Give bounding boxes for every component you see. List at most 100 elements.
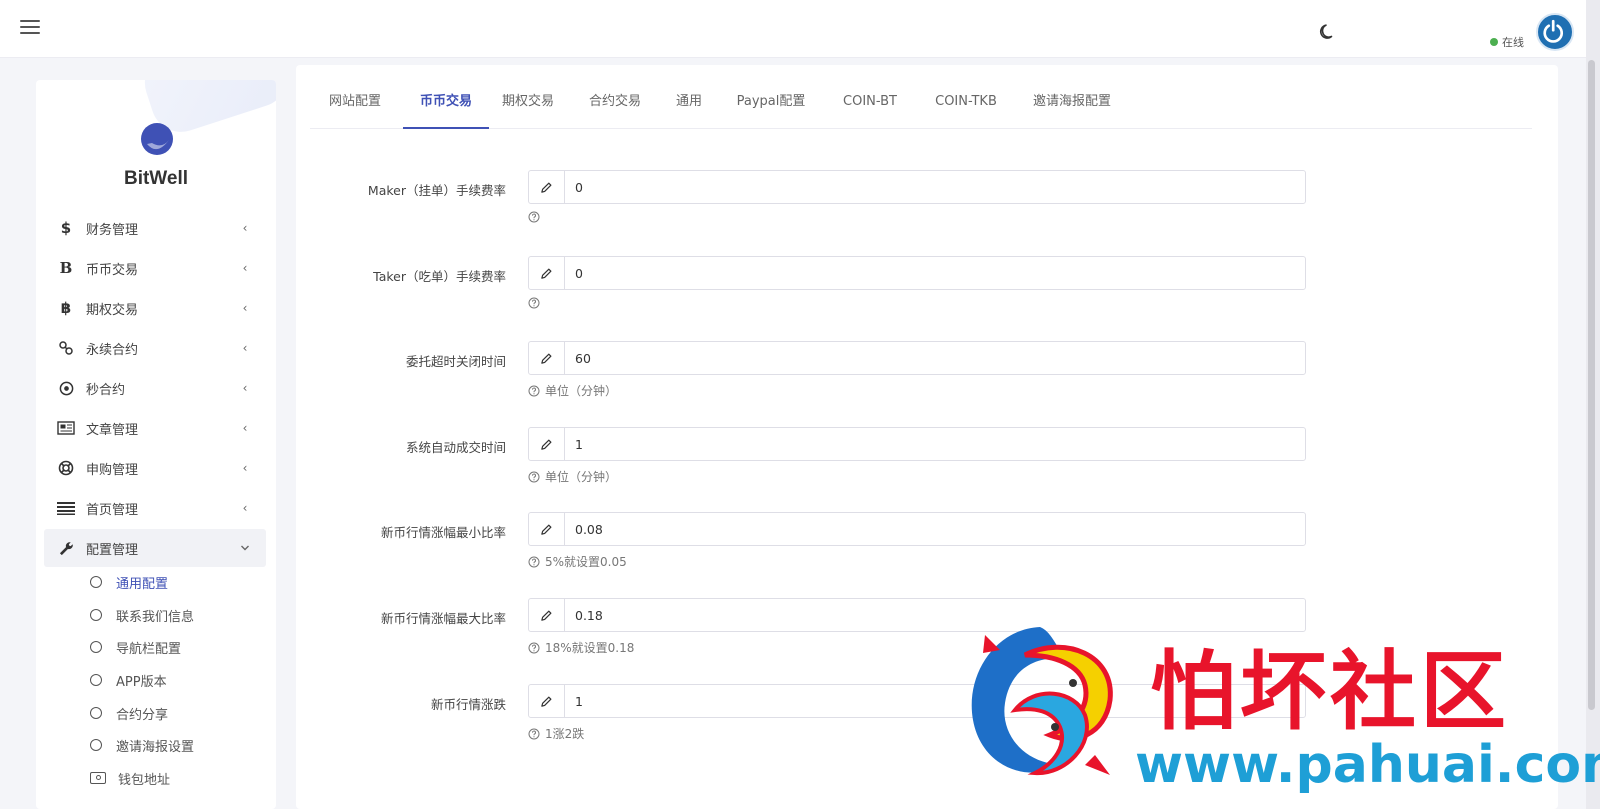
submenu-item-contact-info[interactable]: 联系我们信息 bbox=[90, 601, 270, 629]
tab-contract-trading[interactable]: 合约交易 bbox=[589, 79, 641, 129]
field-help: 1涨2跌 bbox=[528, 725, 584, 742]
pencil-icon bbox=[529, 513, 565, 545]
brand-name: BitWell bbox=[123, 168, 189, 189]
main-panel: 网站配置 币币交易 期权交易 合约交易 通用 Paypal配置 COIN-BT … bbox=[296, 65, 1558, 809]
field-help bbox=[528, 211, 545, 223]
pencil-icon bbox=[529, 257, 565, 289]
sidebar-item-subscription[interactable]: 申购管理 ‹ bbox=[44, 449, 266, 487]
chevron-left-icon: ‹ bbox=[242, 501, 248, 515]
sidebar-item-label: 配置管理 bbox=[86, 542, 139, 558]
help-circle-icon bbox=[528, 211, 540, 223]
submenu-item-label: 导航栏配置 bbox=[116, 641, 182, 657]
help-circle-icon bbox=[528, 642, 540, 653]
sidebar-item-config-management[interactable]: 配置管理 bbox=[44, 529, 266, 567]
submenu-item-app-version[interactable]: APP版本 bbox=[90, 666, 270, 694]
sidebar-item-label: 文章管理 bbox=[86, 422, 139, 438]
help-text: 1涨2跌 bbox=[545, 727, 585, 741]
sidebar-item-home-management[interactable]: 首页管理 ‹ bbox=[44, 489, 266, 527]
submenu-item-invite-poster[interactable]: 邀请海报设置 bbox=[90, 731, 270, 759]
tab-coin-tkb[interactable]: COIN-TKB bbox=[932, 79, 1000, 129]
circle-icon bbox=[90, 641, 102, 653]
moon-icon[interactable] bbox=[1318, 22, 1338, 42]
order-timeout-input-group bbox=[528, 341, 1306, 375]
field-label: 系统自动成交时间 bbox=[405, 440, 506, 455]
taker-fee-input[interactable] bbox=[565, 257, 1305, 289]
field-label: 委托超时关闭时间 bbox=[405, 354, 506, 369]
rise-fall-input[interactable] bbox=[565, 685, 1305, 717]
sidebar: BitWell $ 财务管理 ‹ B 币币交易 ‹ ฿ 期权交易 ‹ 永续合约 … bbox=[36, 80, 276, 809]
tab-paypal-config[interactable]: Paypal配置 bbox=[735, 79, 807, 129]
max-rise-rate-input-group bbox=[528, 598, 1306, 632]
circle-icon bbox=[90, 739, 102, 751]
submenu-item-navbar-config[interactable]: 导航栏配置 bbox=[90, 633, 270, 661]
submenu-item-label: 合约分享 bbox=[116, 707, 169, 723]
tab-options-trading[interactable]: 期权交易 bbox=[502, 79, 554, 129]
hamburger-icon[interactable] bbox=[20, 20, 40, 36]
submenu-item-label: 钱包地址 bbox=[118, 772, 171, 788]
submenu-item-contract-share[interactable]: 合约分享 bbox=[90, 699, 270, 727]
help-text: 单位（分钟） bbox=[545, 384, 618, 398]
rise-fall-input-group bbox=[528, 684, 1306, 718]
maker-fee-input[interactable] bbox=[565, 171, 1305, 203]
submenu-item-label: 邀请海报设置 bbox=[116, 739, 195, 755]
order-timeout-input[interactable] bbox=[565, 342, 1305, 374]
sidebar-item-finance[interactable]: $ 财务管理 ‹ bbox=[44, 209, 266, 247]
sidebar-item-second-contract[interactable]: 秒合约 ‹ bbox=[44, 369, 266, 407]
tab-site-config[interactable]: 网站配置 bbox=[328, 79, 382, 129]
sidebar-item-label: 币币交易 bbox=[86, 262, 139, 278]
newspaper-icon bbox=[56, 418, 76, 438]
tab-general[interactable]: 通用 bbox=[675, 79, 703, 129]
tab-invite-poster-config[interactable]: 邀请海报配置 bbox=[1032, 79, 1112, 129]
help-text: 5%就设置0.05 bbox=[545, 555, 627, 569]
field-help bbox=[528, 297, 545, 309]
dollar-icon: $ bbox=[60, 219, 72, 237]
help-circle-icon bbox=[528, 385, 540, 396]
online-dot bbox=[1490, 38, 1498, 46]
pencil-icon bbox=[529, 599, 565, 631]
pencil-icon bbox=[529, 685, 565, 717]
field-help: 18%就设置0.18 bbox=[528, 639, 634, 656]
avatar[interactable] bbox=[1536, 13, 1574, 51]
wrench-icon bbox=[56, 538, 76, 558]
max-rise-rate-input[interactable] bbox=[565, 599, 1305, 631]
list-icon bbox=[56, 498, 76, 518]
submenu-item-general-config[interactable]: 通用配置 bbox=[90, 568, 270, 596]
link-icon bbox=[56, 338, 76, 358]
sidebar-item-options-trading[interactable]: ฿ 期权交易 ‹ bbox=[44, 289, 266, 327]
field-label: Taker（吃单）手续费率 bbox=[373, 269, 506, 284]
help-text: 单位（分钟） bbox=[545, 470, 618, 484]
scrollbar-thumb[interactable] bbox=[1588, 60, 1595, 710]
field-label: 新币行情涨幅最大比率 bbox=[380, 611, 506, 626]
chevron-left-icon: ‹ bbox=[242, 341, 248, 355]
tab-coin-bt[interactable]: COIN-BT bbox=[840, 79, 900, 129]
field-help: 5%就设置0.05 bbox=[528, 553, 627, 570]
sidebar-item-articles[interactable]: 文章管理 ‹ bbox=[44, 409, 266, 447]
b-icon: B bbox=[59, 259, 73, 277]
circle-icon bbox=[90, 609, 102, 621]
chevron-left-icon: ‹ bbox=[242, 301, 248, 315]
wallet-icon bbox=[90, 772, 106, 784]
submenu-item-label: APP版本 bbox=[116, 674, 167, 690]
submenu-item-wallet-address[interactable]: 钱包地址 bbox=[90, 764, 270, 792]
lifebuoy-icon bbox=[56, 458, 76, 478]
sidebar-item-label: 申购管理 bbox=[86, 462, 139, 478]
auto-fill-time-input-group bbox=[528, 427, 1306, 461]
field-label: Maker（挂单）手续费率 bbox=[367, 183, 506, 198]
min-rise-rate-input-group bbox=[528, 512, 1306, 546]
sidebar-item-label: 财务管理 bbox=[86, 222, 139, 238]
help-circle-icon bbox=[528, 297, 540, 309]
chevron-down-icon bbox=[238, 541, 252, 555]
tab-spot-trading[interactable]: 币币交易 bbox=[403, 79, 489, 129]
sidebar-item-spot-trading[interactable]: B 币币交易 ‹ bbox=[44, 249, 266, 287]
auto-fill-time-input[interactable] bbox=[565, 428, 1305, 460]
chevron-left-icon: ‹ bbox=[242, 221, 248, 235]
target-icon bbox=[56, 378, 76, 398]
sidebar-item-perpetual[interactable]: 永续合约 ‹ bbox=[44, 329, 266, 367]
min-rise-rate-input[interactable] bbox=[565, 513, 1305, 545]
chevron-left-icon: ‹ bbox=[242, 381, 248, 395]
pencil-icon bbox=[529, 171, 565, 203]
help-circle-icon bbox=[528, 556, 540, 567]
field-help: 单位（分钟） bbox=[528, 382, 617, 399]
help-circle-icon bbox=[528, 728, 540, 739]
help-circle-icon bbox=[528, 471, 540, 482]
